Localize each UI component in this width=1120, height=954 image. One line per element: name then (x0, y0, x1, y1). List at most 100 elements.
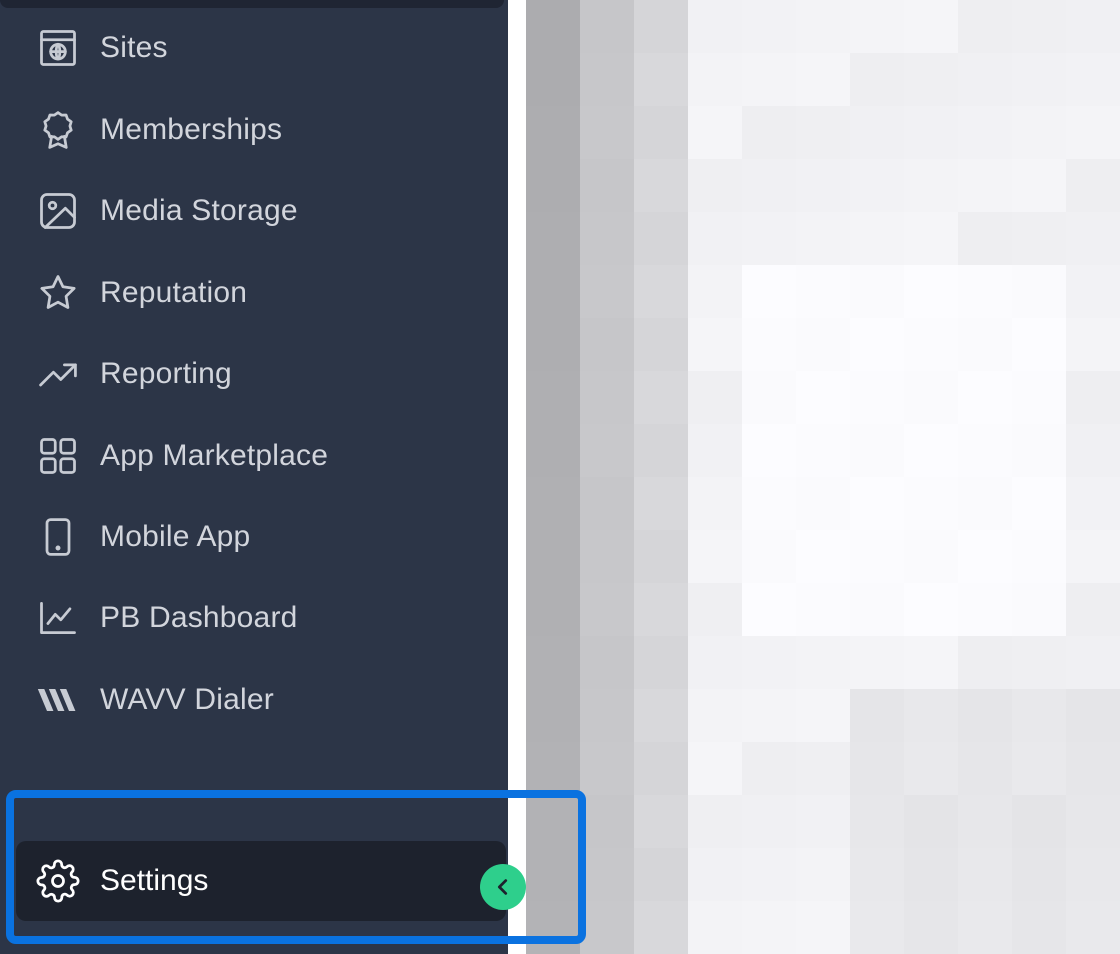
star-icon (36, 271, 80, 315)
blurred-content-block (1066, 530, 1120, 583)
sidebar-item-label: WAVV Dialer (100, 683, 274, 716)
blurred-content-block (526, 53, 580, 106)
blurred-content-block (688, 371, 742, 424)
blurred-content-block (1066, 636, 1120, 689)
blurred-content-block (796, 742, 850, 795)
sidebar-item-label: Memberships (100, 113, 283, 146)
blurred-content-block (1012, 689, 1066, 742)
blurred-content-block (904, 530, 958, 583)
blurred-content-block (958, 848, 1012, 901)
sidebar-item-label: Sites (100, 31, 168, 64)
image-icon (36, 189, 80, 233)
sidebar-item-app-marketplace[interactable]: App Marketplace (0, 426, 508, 486)
blurred-content-block (1066, 265, 1120, 318)
blurred-content-block (958, 371, 1012, 424)
blurred-content-block (958, 159, 1012, 212)
blurred-content-block (1066, 795, 1120, 848)
sidebar-item-label: Mobile App (100, 520, 251, 553)
blurred-content-block (1012, 901, 1066, 954)
blurred-content-block (958, 583, 1012, 636)
blurred-content-block (958, 0, 1012, 53)
blurred-content-block (634, 371, 688, 424)
settings-label: Settings (100, 864, 209, 897)
blurred-content-block (850, 371, 904, 424)
blurred-content-block (1012, 477, 1066, 530)
sidebar-item-settings[interactable]: Settings (16, 841, 506, 921)
blurred-content-block (796, 212, 850, 265)
sidebar-item-reporting[interactable]: Reporting (0, 344, 508, 404)
sidebar-divider (508, 0, 526, 954)
blurred-content-block (904, 0, 958, 53)
blurred-content-block (904, 689, 958, 742)
blurred-content-block (904, 159, 958, 212)
sidebar-item-mobile-app[interactable]: Mobile App (0, 507, 508, 567)
collapse-sidebar-button[interactable] (480, 864, 526, 910)
blurred-content-block (526, 530, 580, 583)
blurred-content-block (526, 212, 580, 265)
blurred-content-block (580, 159, 634, 212)
blurred-main-content (526, 0, 1120, 954)
blurred-content-block (742, 636, 796, 689)
blurred-content-block (688, 318, 742, 371)
blurred-content-block (1012, 371, 1066, 424)
blurred-content-block (634, 106, 688, 159)
blurred-content-block (688, 742, 742, 795)
blurred-content-block (526, 742, 580, 795)
blurred-content-block (580, 689, 634, 742)
blurred-content-block (1066, 159, 1120, 212)
blurred-content-block (580, 848, 634, 901)
sidebar-item-wavv-dialer[interactable]: WAVV Dialer (0, 670, 508, 730)
blurred-content-block (796, 636, 850, 689)
blurred-content-block (634, 901, 688, 954)
blurred-content-block (904, 424, 958, 477)
blurred-content-block (904, 212, 958, 265)
blurred-content-block (1066, 477, 1120, 530)
sidebar-item-label: PB Dashboard (100, 601, 298, 634)
blurred-content-block (958, 636, 1012, 689)
blurred-content-block (850, 636, 904, 689)
blurred-content-block (634, 53, 688, 106)
sidebar-item-media-storage[interactable]: Media Storage (0, 181, 508, 241)
blurred-content-block (796, 583, 850, 636)
mobile-phone-icon (36, 515, 80, 559)
award-badge-icon (36, 108, 80, 152)
blurred-content-block (742, 901, 796, 954)
blurred-content-block (796, 159, 850, 212)
blurred-content-block (904, 795, 958, 848)
blurred-content-block (742, 424, 796, 477)
blurred-content-block (580, 212, 634, 265)
blurred-content-block (634, 689, 688, 742)
blurred-content-block (634, 159, 688, 212)
sidebar-item-sites[interactable]: Sites (0, 18, 508, 78)
blurred-content-block (904, 265, 958, 318)
blurred-content-block (580, 901, 634, 954)
trending-up-icon (36, 352, 80, 396)
blurred-content-block (850, 848, 904, 901)
blurred-content-block (904, 318, 958, 371)
blurred-content-block (688, 689, 742, 742)
blurred-content-block (796, 901, 850, 954)
blurred-content-block (742, 371, 796, 424)
sidebar-item-reputation[interactable]: Reputation (0, 263, 508, 323)
blurred-content-block (526, 424, 580, 477)
wavv-logo-icon (36, 678, 80, 722)
blurred-content-block (904, 53, 958, 106)
blurred-content-block (1012, 848, 1066, 901)
sidebar-item-label: App Marketplace (100, 439, 329, 472)
blurred-content-block (742, 795, 796, 848)
blurred-content-block (580, 371, 634, 424)
blurred-content-block (904, 742, 958, 795)
blurred-content-block (850, 0, 904, 53)
blurred-content-block (688, 106, 742, 159)
blurred-content-block (1012, 318, 1066, 371)
sidebar-item-memberships[interactable]: Memberships (0, 100, 508, 160)
blurred-content-block (958, 477, 1012, 530)
blurred-content-block (1012, 583, 1066, 636)
blurred-content-block (580, 636, 634, 689)
blurred-content-block (580, 318, 634, 371)
blurred-content-block (904, 106, 958, 159)
sidebar-item-pb-dashboard[interactable]: PB Dashboard (0, 588, 508, 648)
blurred-content-block (850, 477, 904, 530)
blurred-content-block (1012, 53, 1066, 106)
blurred-content-block (1066, 901, 1120, 954)
